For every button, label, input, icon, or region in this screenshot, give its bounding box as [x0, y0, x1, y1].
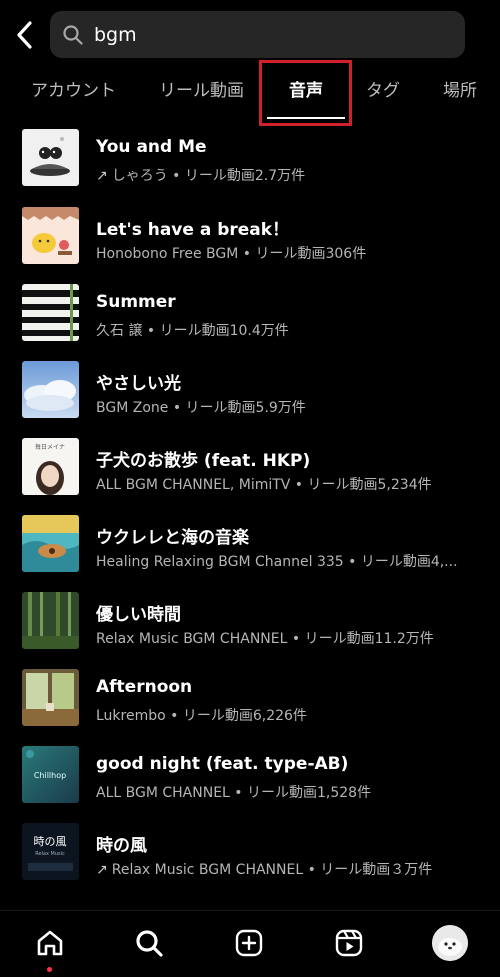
- result-tabs: アカウント リール動画 音声 タグ 場所: [0, 70, 500, 122]
- album-art-thumbnail: 時の風 Relax Music: [22, 823, 79, 880]
- nav-profile[interactable]: [432, 925, 468, 961]
- notification-dot: [47, 967, 52, 972]
- tab-tags[interactable]: タグ: [366, 80, 400, 114]
- audio-title: Afternoon: [96, 677, 193, 697]
- nav-home[interactable]: [32, 925, 68, 961]
- back-button[interactable]: [10, 18, 38, 52]
- album-art-thumbnail: [22, 592, 79, 649]
- tab-places[interactable]: 場所: [443, 80, 477, 114]
- reels-icon: [335, 929, 363, 957]
- album-art-thumbnail: [22, 129, 79, 186]
- annotation-highlight-box: [259, 60, 352, 126]
- profile-avatar: [432, 925, 468, 961]
- audio-result-item[interactable]: 毎日メイナ 子犬のお散歩 (feat. HKP) ALL BGM CHANNEL…: [0, 438, 500, 508]
- thumbnail-subcaption: Relax Music: [35, 851, 65, 857]
- audio-subtitle: ALL BGM CHANNEL, MimiTV • リール動画5,234件: [96, 477, 432, 493]
- audio-subtitle: ALL BGM CHANNEL • リール動画1,528件: [96, 785, 372, 801]
- audio-subtitle: Relax Music BGM CHANNEL • リール動画11.2万件: [96, 631, 434, 647]
- trending-arrow-icon: ↗: [96, 168, 108, 184]
- audio-result-item[interactable]: やさしい光 BGM Zone • リール動画5.9万件: [0, 361, 500, 431]
- create-icon: [235, 929, 263, 957]
- audio-title: やさしい光: [96, 374, 181, 394]
- nav-search[interactable]: [131, 925, 167, 961]
- album-art-thumbnail: [22, 361, 79, 418]
- nav-reels[interactable]: [331, 925, 367, 961]
- trending-arrow-icon: ↗: [96, 862, 108, 878]
- audio-result-item[interactable]: 優しい時間 Relax Music BGM CHANNEL • リール動画11.…: [0, 592, 500, 662]
- audio-title: Let's have a break！: [96, 220, 290, 240]
- audio-title: You and Me: [96, 137, 207, 157]
- thumbnail-caption: 時の風: [34, 835, 67, 848]
- audio-subtitle: ↗ しゃろう • リール動画2.7万件: [96, 165, 305, 185]
- audio-result-item[interactable]: You and Me ↗ しゃろう • リール動画2.7万件: [0, 129, 500, 199]
- audio-subtitle: BGM Zone • リール動画5.9万件: [96, 400, 306, 416]
- audio-title: 子犬のお散歩 (feat. HKP): [96, 451, 311, 471]
- tab-reels[interactable]: リール動画: [159, 80, 244, 114]
- nav-create[interactable]: [231, 925, 267, 961]
- audio-title: ウクレレと海の音楽: [96, 528, 249, 548]
- album-art-thumbnail: [22, 284, 79, 341]
- audio-title: good night (feat. type-AB): [96, 754, 349, 774]
- audio-title: 優しい時間: [96, 605, 181, 625]
- audio-title: 時の風: [96, 836, 147, 856]
- tab-accounts[interactable]: アカウント: [31, 80, 116, 114]
- search-bar[interactable]: [50, 11, 465, 58]
- audio-subtitle: ↗ Relax Music BGM CHANNEL • リール動画３万件: [96, 859, 432, 879]
- thumbnail-caption: Chillhop: [34, 771, 66, 780]
- audio-result-item[interactable]: Afternoon Lukrembo • リール動画6,226件: [0, 669, 500, 739]
- home-icon: [37, 930, 63, 956]
- audio-result-item[interactable]: Summer 久石 譲 • リール動画10.4万件: [0, 284, 500, 354]
- search-input[interactable]: [92, 22, 436, 47]
- album-art-thumbnail: [22, 669, 79, 726]
- bottom-navigation: [0, 910, 500, 977]
- audio-result-item[interactable]: Chillhop good night (feat. type-AB) ALL …: [0, 746, 500, 816]
- audio-subtitle: 久石 譲 • リール動画10.4万件: [96, 323, 289, 339]
- album-art-thumbnail: Chillhop: [22, 746, 79, 803]
- search-icon: [136, 930, 163, 957]
- audio-result-item[interactable]: 時の風 Relax Music 時の風 ↗ Relax Music BGM CHA…: [0, 823, 500, 893]
- chevron-left-icon: [17, 21, 32, 49]
- audio-result-item[interactable]: ウクレレと海の音楽 Healing Relaxing BGM Channel 3…: [0, 515, 500, 585]
- audio-result-item[interactable]: Let's have a break！ Honobono Free BGM • …: [0, 207, 500, 277]
- search-icon: [62, 24, 84, 46]
- audio-meta: しゃろう • リール動画2.7万件: [111, 168, 306, 184]
- top-bar: [0, 0, 500, 70]
- audio-subtitle: Lukrembo • リール動画6,226件: [96, 708, 307, 724]
- album-art-thumbnail: [22, 515, 79, 572]
- album-art-thumbnail: [22, 207, 79, 264]
- audio-subtitle: Honobono Free BGM • リール動画306件: [96, 246, 367, 262]
- audio-meta: Relax Music BGM CHANNEL • リール動画３万件: [111, 862, 433, 878]
- audio-subtitle: Healing Relaxing BGM Channel 335 • リール動画…: [96, 554, 458, 570]
- audio-title: Summer: [96, 292, 176, 312]
- album-art-thumbnail: 毎日メイナ: [22, 438, 79, 495]
- thumbnail-caption: 毎日メイナ: [35, 443, 65, 451]
